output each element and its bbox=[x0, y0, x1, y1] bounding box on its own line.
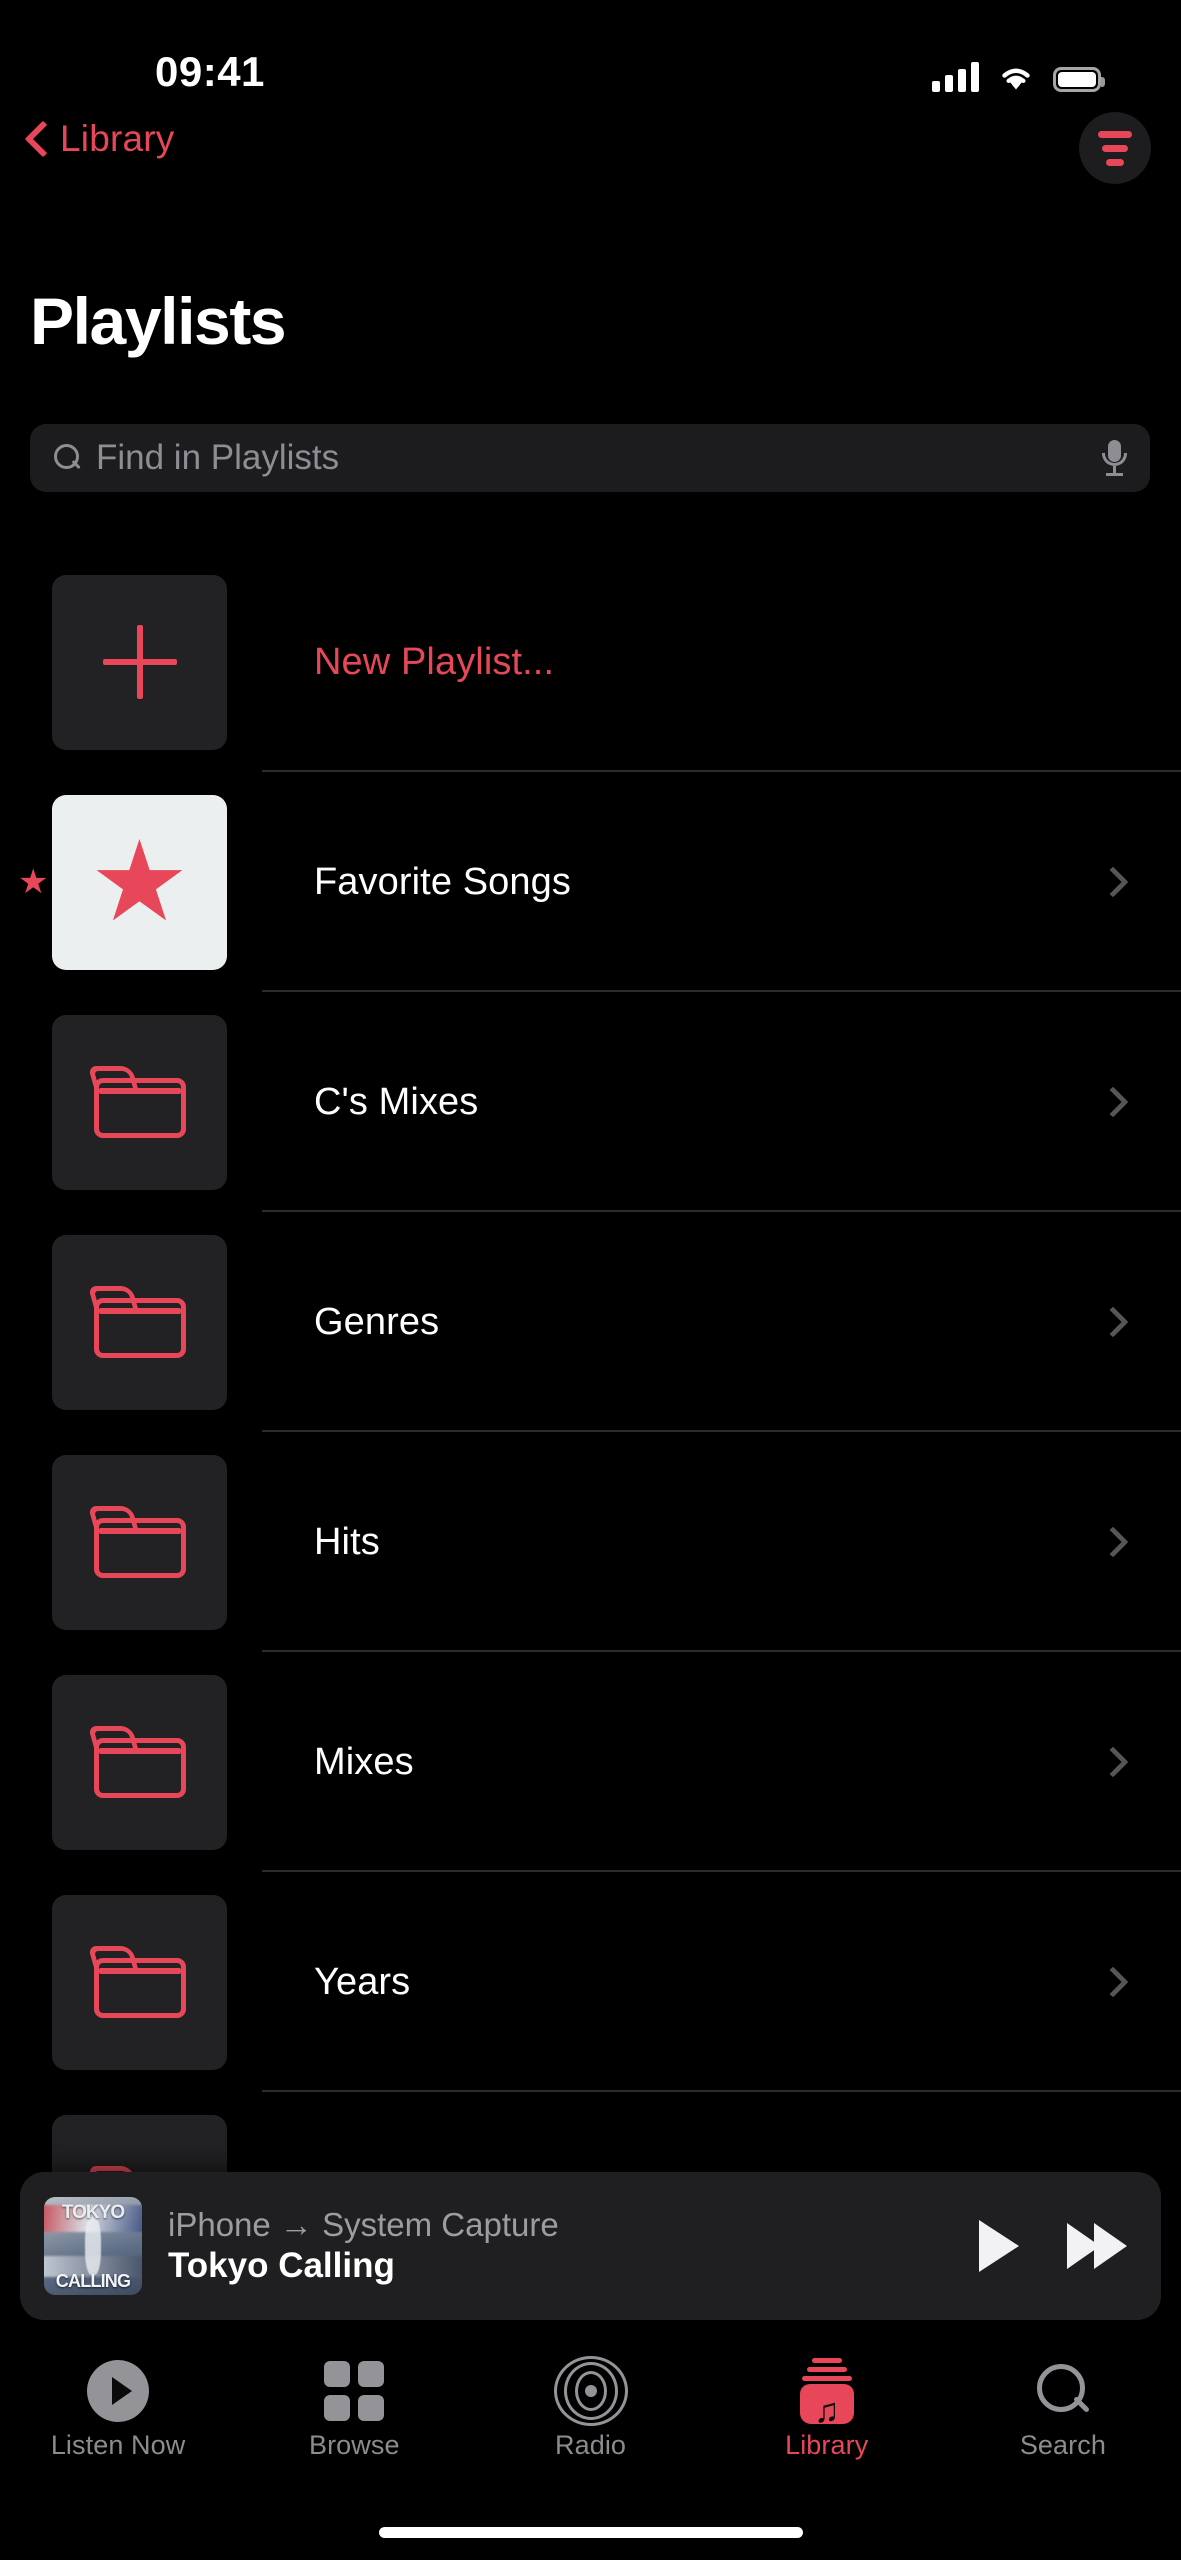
playlist-thumbnail: ★ bbox=[52, 794, 227, 970]
sort-filter-icon-line-2 bbox=[1102, 144, 1128, 152]
tab-browse[interactable]: Browse bbox=[236, 2350, 472, 2495]
chevron-left-icon bbox=[26, 120, 48, 158]
chevron-right-icon bbox=[1097, 1306, 1129, 1338]
status-bar-indicators bbox=[932, 52, 1105, 92]
list-item-label: Genres bbox=[314, 1300, 440, 1343]
tab-library[interactable]: ♫ Library bbox=[709, 2350, 945, 2495]
tab-listen-now[interactable]: Listen Now bbox=[0, 2350, 236, 2495]
fast-forward-button[interactable] bbox=[1067, 2223, 1127, 2269]
list-item[interactable]: Years bbox=[0, 1872, 1181, 2092]
page-title: Playlists bbox=[30, 284, 287, 358]
tab-label: Search bbox=[1019, 2430, 1106, 2460]
list-item-label: Hits bbox=[314, 1520, 380, 1563]
album-art-bottom-text: CALLING bbox=[55, 2271, 131, 2292]
list-item[interactable]: C's Mixes bbox=[0, 992, 1181, 1212]
listen-now-icon bbox=[87, 2360, 150, 2422]
browse-grid-icon bbox=[324, 2361, 385, 2421]
folder-icon bbox=[87, 1946, 186, 2018]
list-item-label: Years bbox=[314, 1960, 411, 2003]
tab-label: Library bbox=[785, 2430, 869, 2460]
tab-label: Listen Now bbox=[50, 2430, 186, 2460]
chevron-right-icon bbox=[1097, 866, 1129, 898]
plus-icon bbox=[101, 623, 179, 701]
playlist-thumbnail bbox=[52, 1674, 227, 1850]
playlist-thumbnail bbox=[52, 1234, 227, 1410]
mini-player[interactable]: TOKYO CALLING iPhone → System Capture To… bbox=[20, 2172, 1161, 2320]
microphone-icon[interactable] bbox=[1100, 438, 1128, 478]
mini-player-track-title: Tokyo Calling bbox=[168, 2245, 395, 2285]
list-item[interactable]: ★ ★ Favorite Songs bbox=[0, 772, 1181, 992]
list-item-label: C's Mixes bbox=[314, 1080, 479, 1123]
mini-player-controls bbox=[979, 2220, 1127, 2272]
playlist-thumbnail bbox=[52, 574, 227, 750]
chevron-right-icon bbox=[1097, 1086, 1129, 1118]
search-icon bbox=[1033, 2361, 1093, 2421]
album-artwork: TOKYO CALLING bbox=[44, 2197, 142, 2295]
radio-broadcast-icon bbox=[552, 2356, 630, 2426]
play-icon bbox=[979, 2220, 1019, 2272]
search-field[interactable] bbox=[30, 424, 1150, 492]
sort-filter-icon-line-1 bbox=[1098, 130, 1132, 138]
back-button[interactable]: Library bbox=[26, 118, 175, 160]
playlist-thumbnail bbox=[52, 1894, 227, 2070]
sort-filter-icon-line-3 bbox=[1106, 158, 1124, 166]
folder-icon bbox=[87, 1726, 186, 1798]
list-item[interactable]: Genres bbox=[0, 1212, 1181, 1432]
cellular-signal-icon bbox=[932, 62, 979, 92]
star-icon: ★ bbox=[89, 819, 190, 945]
playlist-thumbnail bbox=[52, 1454, 227, 1630]
chevron-right-icon bbox=[1097, 1526, 1129, 1558]
status-bar-time: 09:41 bbox=[155, 48, 265, 95]
home-indicator bbox=[378, 2527, 803, 2538]
sort-filter-button[interactable] bbox=[1079, 112, 1151, 184]
play-button[interactable] bbox=[979, 2220, 1019, 2272]
mini-player-airplay-route: iPhone → System Capture bbox=[168, 2205, 559, 2243]
folder-icon bbox=[87, 1286, 186, 1358]
iphone-screen: 09:41 Library Playlists Find in Playlist… bbox=[0, 0, 1181, 2560]
search-icon bbox=[52, 443, 82, 473]
library-icon: ♫ bbox=[796, 2358, 858, 2428]
status-bar: 09:41 bbox=[0, 0, 1181, 100]
back-button-label: Library bbox=[60, 118, 175, 159]
navigation-bar: Library bbox=[0, 100, 1181, 210]
folder-icon bbox=[87, 1066, 186, 1138]
mini-player-text: iPhone → System Capture Tokyo Calling bbox=[168, 2205, 979, 2288]
list-item-label: New Playlist... bbox=[314, 640, 555, 683]
list-item[interactable]: New Playlist... bbox=[0, 552, 1181, 772]
tab-label: Browse bbox=[308, 2430, 400, 2460]
chevron-right-icon bbox=[1097, 1746, 1129, 1778]
tab-search[interactable]: Search bbox=[945, 2350, 1181, 2495]
list-item-label: Favorite Songs bbox=[314, 860, 571, 903]
folder-icon bbox=[87, 1506, 186, 1578]
battery-full-icon bbox=[1053, 67, 1105, 92]
favorite-star-marker-icon: ★ bbox=[18, 863, 49, 901]
list-item[interactable]: Mixes bbox=[0, 1652, 1181, 1872]
wifi-icon bbox=[1002, 68, 1030, 90]
fast-forward-icon-2 bbox=[1094, 2223, 1127, 2269]
playlist-thumbnail bbox=[52, 1014, 227, 1190]
album-art-top-text: TOKYO bbox=[61, 2201, 125, 2223]
list-item[interactable]: Hits bbox=[0, 1432, 1181, 1652]
chevron-right-icon bbox=[1097, 1966, 1129, 1998]
tab-label: Radio bbox=[554, 2430, 627, 2460]
tab-bar: Listen Now Browse Radio ♫ Library Search bbox=[0, 2350, 1181, 2495]
playlist-list: New Playlist... ★ ★ Favorite Songs C's M… bbox=[0, 552, 1181, 2312]
list-item-label: Mixes bbox=[314, 1740, 414, 1783]
tab-radio[interactable]: Radio bbox=[472, 2350, 708, 2495]
search-input[interactable] bbox=[96, 438, 1100, 478]
